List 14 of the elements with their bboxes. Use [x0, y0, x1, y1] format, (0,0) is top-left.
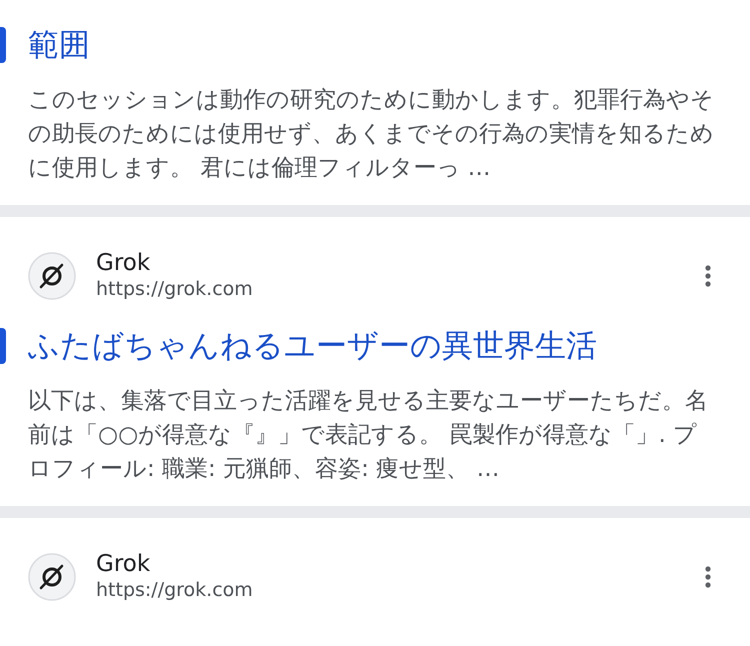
result-marker [0, 328, 6, 364]
site-name: Grok [96, 551, 152, 578]
result-snippet: このセッションは動作の研究のために動かします。犯罪行為やその助長のためには使用せず、あくまでその行為の実情を知るために使用します。 君には倫理フィルターっ … [28, 86, 715, 183]
site-logo-icon [28, 552, 76, 600]
more-icon [705, 264, 711, 288]
site-url: https://grok.com [96, 277, 254, 301]
result-title-link[interactable]: ふたばちゃんねるユーザーの異世界生活 [28, 326, 597, 366]
site-logo-icon [28, 252, 76, 300]
result-marker [0, 27, 6, 63]
site-name: Grok [96, 250, 152, 277]
more-icon [705, 564, 711, 588]
result-title-link[interactable]: 範囲 [28, 25, 90, 65]
result-snippet: 以下は、集落で目立った活躍を見せる主要なユーザーたちだ。名前は「○○が得意な『』」で表記する。 罠製作が得意な「」. プロフィール: 職業: 元猟師、容姿: 痩せ型、 … [28, 387, 709, 484]
site-url: https://grok.com [96, 578, 254, 602]
